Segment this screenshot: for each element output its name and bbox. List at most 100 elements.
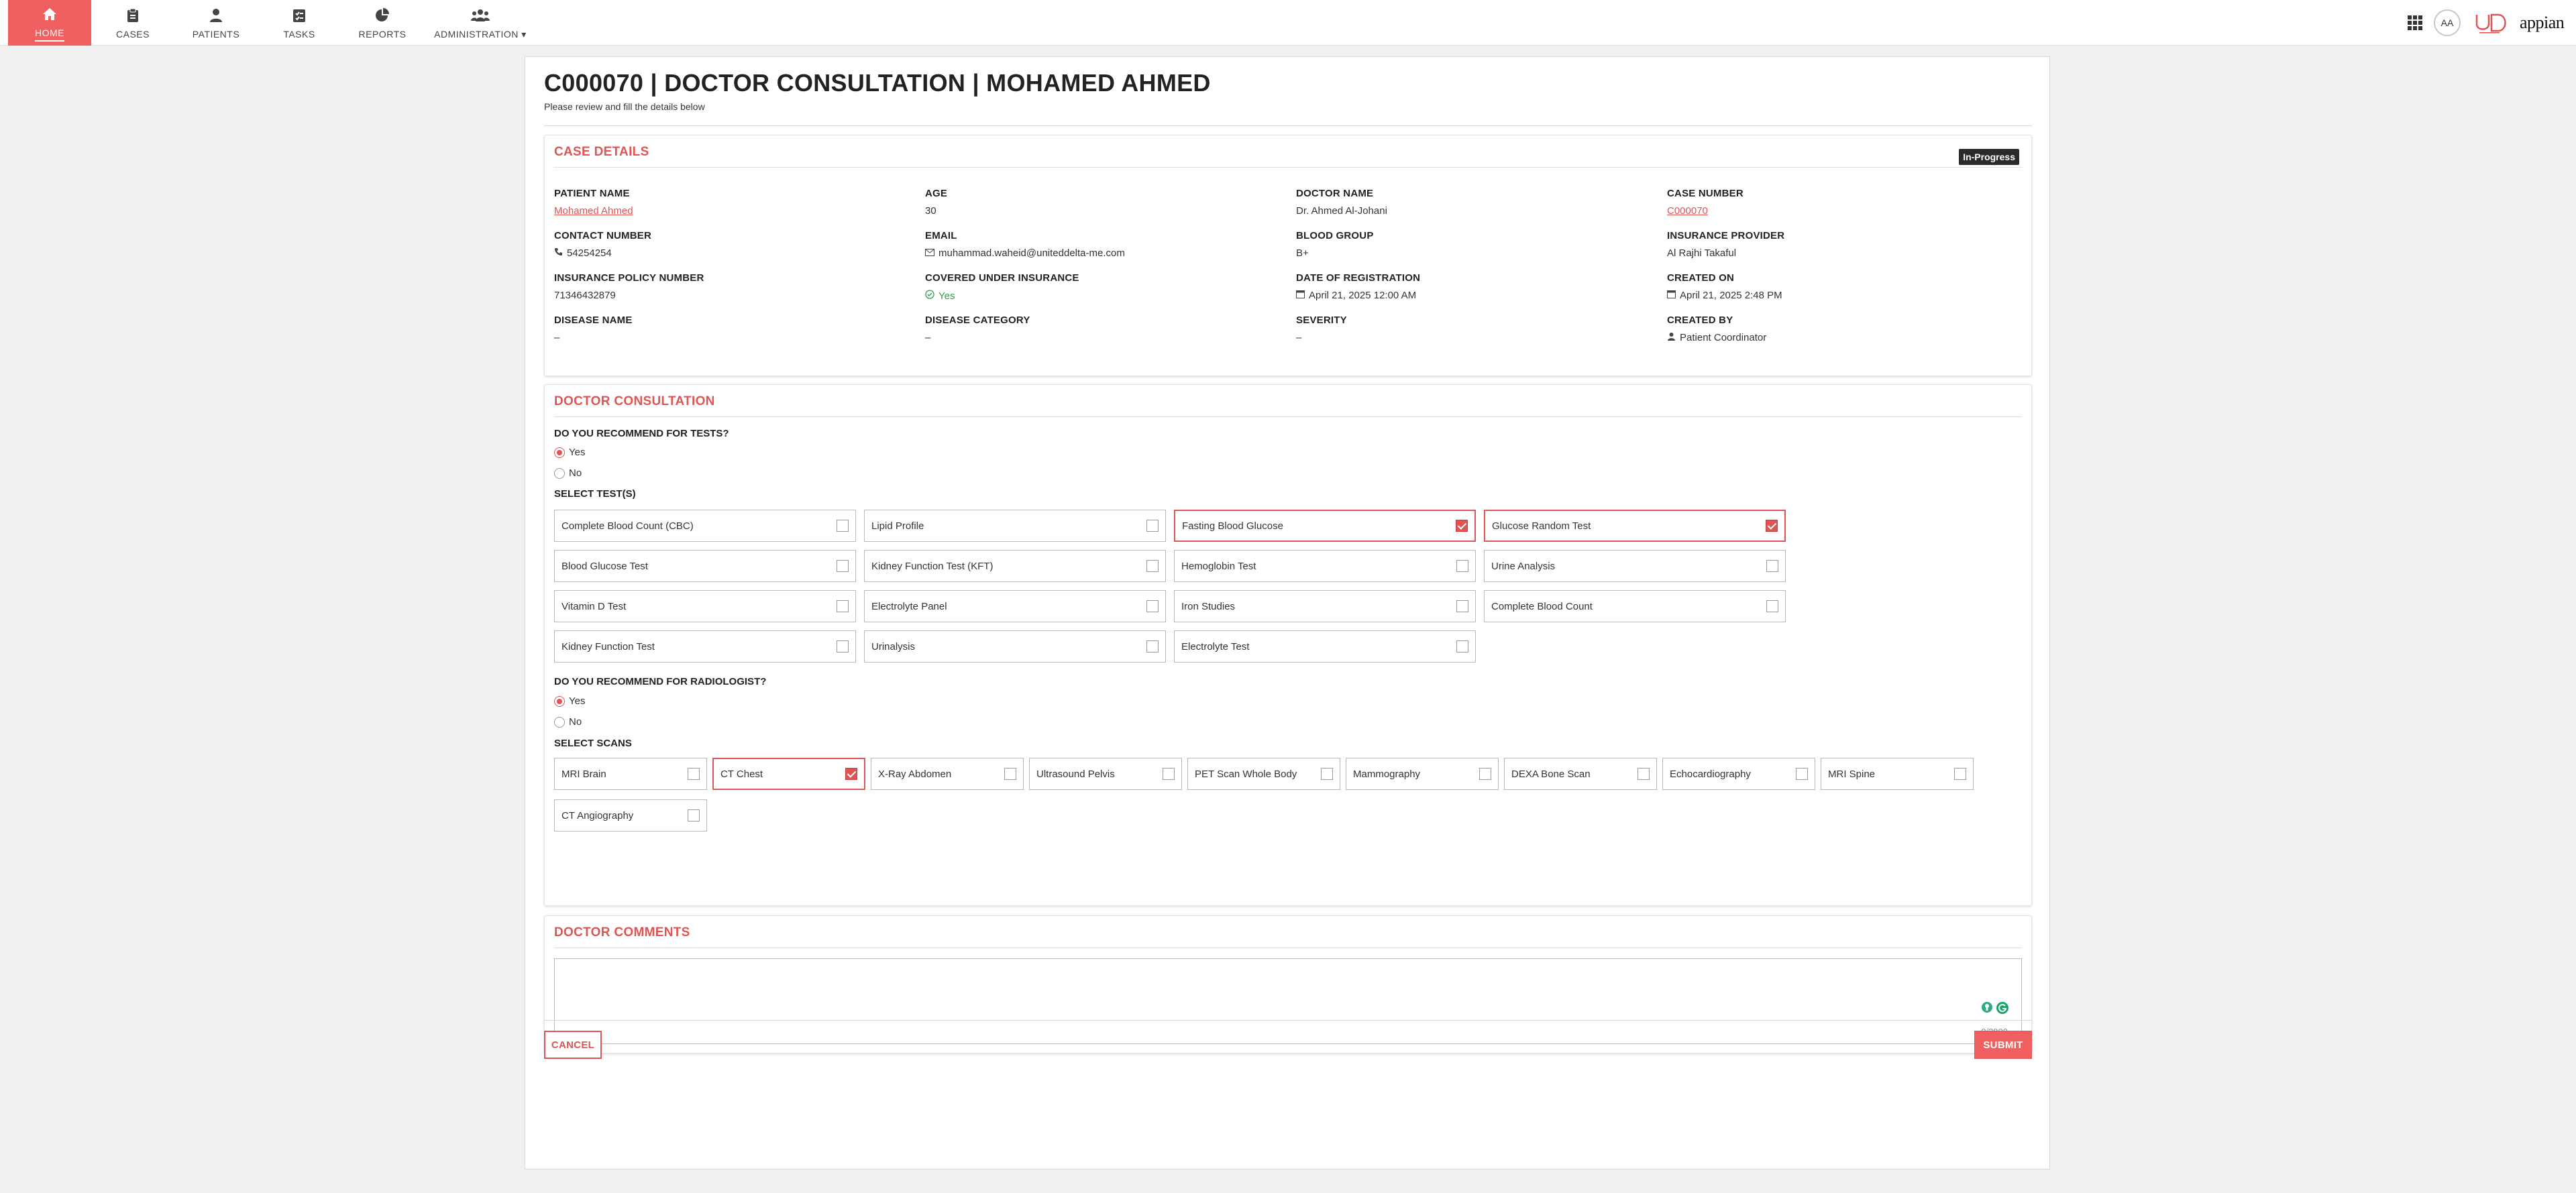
checkbox-tile[interactable]: CT Angiography bbox=[554, 799, 707, 832]
checkbox[interactable] bbox=[1146, 520, 1159, 532]
checkbox-tile[interactable]: Urinalysis bbox=[864, 630, 1166, 663]
checkbox[interactable] bbox=[837, 520, 849, 532]
clipboard-icon bbox=[127, 6, 139, 25]
nav-patients[interactable]: PATIENTS bbox=[174, 0, 258, 46]
checkbox[interactable] bbox=[1766, 560, 1778, 572]
checkbox-checked[interactable] bbox=[1766, 520, 1778, 532]
case-details-section: CASE DETAILS In-Progress PATIENT NAME Mo… bbox=[544, 135, 2032, 376]
field-value: April 21, 2025 2:48 PM bbox=[1667, 290, 2016, 301]
grammar-tools bbox=[1981, 1001, 2009, 1018]
field-created-on: CREATED ON April 21, 2025 2:48 PM bbox=[1667, 272, 2016, 301]
field-label: INSURANCE PROVIDER bbox=[1667, 230, 1785, 241]
checkbox-tile[interactable]: Kidney Function Test (KFT) bbox=[864, 550, 1166, 582]
checkbox-tile[interactable]: Iron Studies bbox=[1174, 590, 1476, 622]
cancel-button[interactable]: CANCEL bbox=[544, 1031, 602, 1059]
checkbox[interactable] bbox=[1456, 600, 1468, 612]
checkbox-tile[interactable]: Complete Blood Count (CBC) bbox=[554, 510, 856, 542]
checkbox[interactable] bbox=[1321, 768, 1333, 780]
select-scans-label: SELECT SCANS bbox=[554, 738, 632, 749]
app-grid-icon[interactable] bbox=[2406, 13, 2424, 32]
grammarly-icon[interactable] bbox=[1996, 1001, 2009, 1018]
checkbox[interactable] bbox=[1146, 600, 1159, 612]
radiologist-radio-no[interactable]: No bbox=[554, 716, 582, 728]
user-icon bbox=[1667, 332, 1676, 343]
checkbox[interactable] bbox=[1796, 768, 1808, 780]
lightbulb-icon[interactable] bbox=[1981, 1001, 1993, 1018]
checkbox[interactable] bbox=[1638, 768, 1650, 780]
nav-reports[interactable]: REPORTS bbox=[341, 0, 424, 46]
field-disease-name: DISEASE NAME – bbox=[554, 315, 903, 343]
radio-button-selected[interactable] bbox=[554, 695, 565, 707]
checkbox-checked[interactable] bbox=[1456, 520, 1468, 532]
patient-name-link[interactable]: Mohamed Ahmed bbox=[554, 205, 903, 217]
radio-button[interactable] bbox=[554, 716, 565, 728]
nav-cases[interactable]: CASES bbox=[91, 0, 174, 46]
checkbox[interactable] bbox=[1004, 768, 1016, 780]
field-label: CREATED BY bbox=[1667, 315, 1733, 326]
field-label: DISEASE NAME bbox=[554, 315, 633, 326]
field-created-by: CREATED BY Patient Coordinator bbox=[1667, 315, 2016, 343]
checkbox-label: Vitamin D Test bbox=[561, 600, 627, 612]
checkbox-tile[interactable]: Complete Blood Count bbox=[1484, 590, 1786, 622]
checkbox-tile[interactable]: DEXA Bone Scan bbox=[1504, 758, 1657, 790]
checkbox[interactable] bbox=[688, 809, 700, 821]
checkbox-tile[interactable]: Glucose Random Test bbox=[1484, 510, 1786, 542]
nav-home[interactable]: HOME bbox=[8, 0, 91, 46]
nav-tasks-label: TASKS bbox=[283, 29, 315, 40]
nav-right-tools: AA appian bbox=[2406, 0, 2567, 46]
radio-button-selected[interactable] bbox=[554, 447, 565, 458]
checkbox[interactable] bbox=[837, 600, 849, 612]
checkbox-tile[interactable]: X-Ray Abdomen bbox=[871, 758, 1024, 790]
doctor-comments-textarea[interactable]: 0/2000 bbox=[554, 958, 2022, 1044]
checkbox-tile[interactable]: Lipid Profile bbox=[864, 510, 1166, 542]
submit-button[interactable]: SUBMIT bbox=[1974, 1031, 2032, 1059]
case-number-link[interactable]: C000070 bbox=[1667, 205, 2016, 217]
tests-radio-yes[interactable]: Yes bbox=[554, 447, 585, 458]
checkbox-tile[interactable]: Fasting Blood Glucose bbox=[1174, 510, 1476, 542]
field-insurance-provider: INSURANCE PROVIDER Al Rajhi Takaful bbox=[1667, 230, 2016, 259]
checkbox[interactable] bbox=[688, 768, 700, 780]
nav-administration[interactable]: ADMINISTRATION ▾ bbox=[427, 0, 534, 46]
checkbox[interactable] bbox=[1146, 640, 1159, 652]
checkbox-label: PET Scan Whole Body bbox=[1195, 768, 1297, 780]
checkbox-tile[interactable]: Hemoglobin Test bbox=[1174, 550, 1476, 582]
field-value: Yes bbox=[925, 290, 1274, 302]
checkbox-tile[interactable]: PET Scan Whole Body bbox=[1187, 758, 1340, 790]
checkbox-tile[interactable]: Blood Glucose Test bbox=[554, 550, 856, 582]
checkbox-label: CT Angiography bbox=[561, 809, 634, 821]
checkbox[interactable] bbox=[1456, 640, 1468, 652]
checkbox-tile[interactable]: Echocardiography bbox=[1662, 758, 1815, 790]
checkbox[interactable] bbox=[837, 640, 849, 652]
checkbox-tile[interactable]: Electrolyte Test bbox=[1174, 630, 1476, 663]
checkbox-tile[interactable]: MRI Brain bbox=[554, 758, 707, 790]
radiologist-radio-yes[interactable]: Yes bbox=[554, 695, 585, 707]
field-label: BLOOD GROUP bbox=[1296, 230, 1374, 241]
checkbox[interactable] bbox=[1456, 560, 1468, 572]
radio-button[interactable] bbox=[554, 467, 565, 479]
checkbox-tile[interactable]: Kidney Function Test bbox=[554, 630, 856, 663]
checkbox-tile[interactable]: MRI Spine bbox=[1821, 758, 1974, 790]
checkbox-tile[interactable]: Ultrasound Pelvis bbox=[1029, 758, 1182, 790]
checkbox[interactable] bbox=[837, 560, 849, 572]
appian-logo: appian bbox=[2520, 13, 2565, 32]
page-title: C000070 | DOCTOR CONSULTATION | MOHAMED … bbox=[544, 69, 1211, 97]
tests-radio-no[interactable]: No bbox=[554, 467, 582, 479]
user-avatar[interactable]: AA bbox=[2434, 9, 2461, 36]
checkbox-tile[interactable]: CT Chest bbox=[712, 758, 865, 790]
checkbox[interactable] bbox=[1766, 600, 1778, 612]
main-card: C000070 | DOCTOR CONSULTATION | MOHAMED … bbox=[525, 56, 2050, 1170]
checkbox-tile[interactable]: Urine Analysis bbox=[1484, 550, 1786, 582]
checkbox[interactable] bbox=[1163, 768, 1175, 780]
checkbox-tile[interactable]: Mammography bbox=[1346, 758, 1499, 790]
checkbox-tile[interactable]: Electrolyte Panel bbox=[864, 590, 1166, 622]
nav-tasks[interactable]: TASKS bbox=[258, 0, 341, 46]
checkbox-checked[interactable] bbox=[845, 768, 857, 780]
registration-value: April 21, 2025 12:00 AM bbox=[1309, 290, 1417, 301]
checkbox-tile[interactable]: Vitamin D Test bbox=[554, 590, 856, 622]
checkbox[interactable] bbox=[1146, 560, 1159, 572]
checkbox[interactable] bbox=[1479, 768, 1491, 780]
field-value: – bbox=[1296, 332, 1302, 343]
checkbox[interactable] bbox=[1954, 768, 1966, 780]
page-subtitle: Please review and fill the details below bbox=[544, 101, 705, 112]
checkbox-label: Blood Glucose Test bbox=[561, 560, 648, 572]
